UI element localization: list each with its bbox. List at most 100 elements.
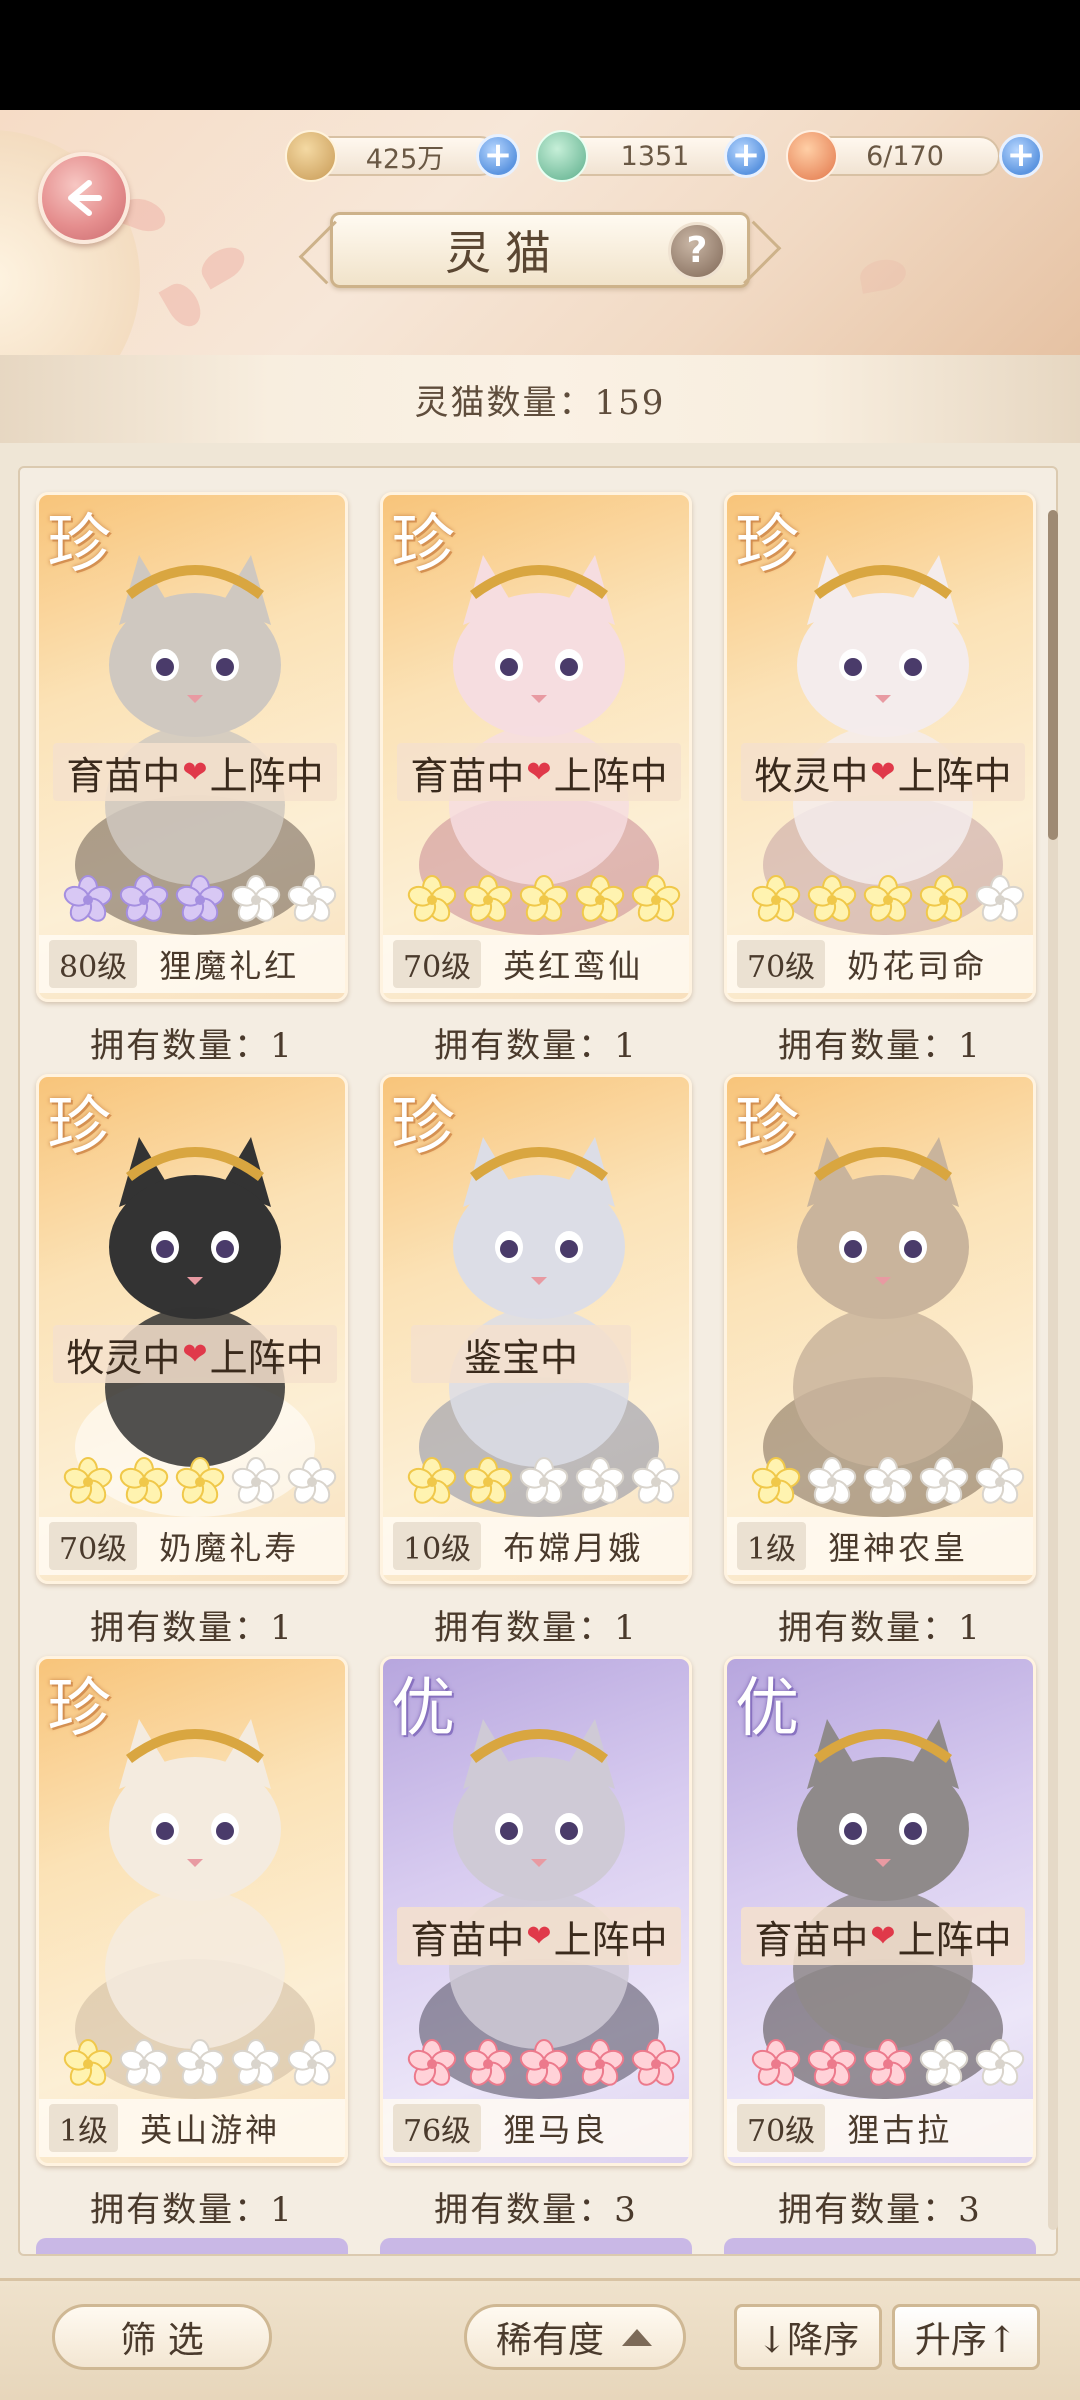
level-name-row: 1级 狸神农皇 <box>727 1517 1033 1575</box>
flower-star-filled-icon <box>175 875 225 922</box>
cat-status-banner: 牧灵中 ❤ 上阵中 <box>53 1325 337 1383</box>
flower-star-filled-icon <box>519 2039 569 2086</box>
flower-star-filled-icon <box>575 875 625 922</box>
coin-value: 425万 <box>365 143 445 175</box>
rarity-label: 稀有度 <box>495 2320 604 2361</box>
star-rating <box>407 875 681 925</box>
filter-button[interactable]: 筛 选 <box>52 2304 272 2370</box>
status-primary: 育苗中 <box>410 1917 525 1962</box>
next-card-peek <box>36 2238 348 2254</box>
flower-star-filled-icon <box>519 875 569 922</box>
petal-decoration <box>158 277 208 333</box>
cat-name: 狸马良 <box>503 2111 609 2149</box>
rarity-badge: 优 <box>391 1672 455 1746</box>
petal-decoration <box>857 256 909 294</box>
rarity-sort-dropdown[interactable]: 稀有度 <box>464 2304 686 2370</box>
level-badge: 70级 <box>737 940 826 988</box>
status-secondary: 上阵中 <box>897 753 1012 798</box>
cat-card[interactable]: 珍 1级 英山游神 <box>36 1656 348 2166</box>
status-secondary: 上阵中 <box>209 753 324 798</box>
cat-name: 狸神农皇 <box>828 1529 969 1567</box>
cat-name: 狸魔礼红 <box>159 947 300 985</box>
flower-star-filled-icon <box>63 875 113 922</box>
rarity-badge: 珍 <box>47 1672 111 1746</box>
flower-star-filled-icon <box>863 2039 913 2086</box>
owned-count: 拥有数量：3 <box>434 2190 638 2230</box>
asc-label: 升序↑ <box>914 2320 1018 2361</box>
flower-star-empty-icon <box>975 875 1025 922</box>
food-counter: 6/170 <box>810 136 1000 176</box>
jade-value: 1351 <box>620 140 690 172</box>
star-rating <box>751 1457 1025 1507</box>
triangle-up-icon <box>622 2329 652 2346</box>
coin-counter: 425万 <box>310 136 500 176</box>
cat-count-label: 灵猫数量：159 <box>414 382 666 423</box>
owned-count: 拥有数量：1 <box>778 1608 982 1648</box>
heart-icon: ❤ <box>870 1918 896 1954</box>
cat-card[interactable]: 珍牧灵中 ❤ 上阵中 70级 奶魔礼寿 <box>36 1074 348 1584</box>
flower-star-empty-icon <box>231 1457 281 1504</box>
status-secondary: 上阵中 <box>209 1335 324 1380</box>
flower-star-empty-icon <box>919 1457 969 1504</box>
level-badge: 70级 <box>393 940 482 988</box>
cat-card[interactable]: 珍 1级 狸神农皇 <box>724 1074 1036 1584</box>
flower-star-empty-icon <box>287 2039 337 2086</box>
flower-star-empty-icon <box>287 875 337 922</box>
star-rating <box>63 2039 337 2089</box>
cat-name: 奶花司命 <box>847 947 988 985</box>
cat-card[interactable]: 珍育苗中 ❤ 上阵中 70级 英红鸾仙 <box>380 492 692 1002</box>
add-food-button[interactable]: + <box>999 134 1043 178</box>
level-badge: 1级 <box>737 1522 807 1570</box>
sort-ascending-button[interactable]: 升序↑ <box>892 2304 1040 2370</box>
status-bar <box>0 0 1080 110</box>
star-rating <box>407 2039 681 2089</box>
filter-label: 筛 选 <box>120 2320 204 2361</box>
cat-status-banner: 鉴宝中 <box>411 1325 631 1383</box>
cat-status-banner: 育苗中 ❤ 上阵中 <box>53 743 337 801</box>
food-value: 6/170 <box>866 140 944 172</box>
sort-descending-button[interactable]: ↓降序 <box>734 2304 882 2370</box>
cat-status-banner: 牧灵中 ❤ 上阵中 <box>741 743 1025 801</box>
level-badge: 70级 <box>49 1522 138 1570</box>
level-name-row: 80级 狸魔礼红 <box>39 935 345 993</box>
flower-star-empty-icon <box>919 2039 969 2086</box>
jade-counter: 1351 <box>560 136 750 176</box>
owned-count: 拥有数量：1 <box>778 1026 982 1066</box>
add-coin-button[interactable]: + <box>476 134 520 178</box>
flower-star-empty-icon <box>631 1457 681 1504</box>
status-secondary: 上阵中 <box>553 753 668 798</box>
cat-card[interactable]: 优育苗中 ❤ 上阵中 70级 狸古拉 <box>724 1656 1036 2166</box>
rarity-badge: 珍 <box>47 508 111 582</box>
flower-star-filled-icon <box>407 1457 457 1504</box>
help-button[interactable]: ? <box>668 222 726 280</box>
scrollbar-thumb[interactable] <box>1048 510 1058 840</box>
cat-status-banner: 育苗中 ❤ 上阵中 <box>741 1907 1025 1965</box>
cat-count-bar: 灵猫数量：159 <box>0 355 1080 443</box>
flower-star-filled-icon <box>63 1457 113 1504</box>
rarity-badge: 珍 <box>735 1090 799 1164</box>
cat-grid-panel[interactable]: 珍育苗中 ❤ 上阵中 80级 狸魔礼红 拥有数量：1 珍育苗中 ❤ 上阵中 70级 英红鸾仙 拥有数量… <box>18 466 1058 2256</box>
cat-name: 英红鸾仙 <box>503 947 644 985</box>
level-name-row: 76级 狸马良 <box>383 2099 689 2157</box>
page-title: 灵猫 <box>445 226 565 280</box>
flower-star-empty-icon <box>231 875 281 922</box>
back-arrow-icon <box>68 180 102 216</box>
cat-name: 奶魔礼寿 <box>159 1529 300 1567</box>
add-jade-button[interactable]: + <box>724 134 768 178</box>
cat-card[interactable]: 优育苗中 ❤ 上阵中 76级 狸马良 <box>380 1656 692 2166</box>
status-primary: 牧灵中 <box>66 1335 181 1380</box>
cat-card[interactable]: 珍育苗中 ❤ 上阵中 80级 狸魔礼红 <box>36 492 348 1002</box>
flower-star-filled-icon <box>463 1457 513 1504</box>
next-card-peek <box>724 2238 1036 2254</box>
level-name-row: 70级 奶花司命 <box>727 935 1033 993</box>
flower-star-empty-icon <box>119 2039 169 2086</box>
back-button[interactable] <box>38 152 130 244</box>
level-badge: 76级 <box>393 2104 482 2152</box>
status-secondary: 上阵中 <box>553 1917 668 1962</box>
heart-icon: ❤ <box>182 754 208 790</box>
star-rating <box>751 875 1025 925</box>
cat-card[interactable]: 珍牧灵中 ❤ 上阵中 70级 奶花司命 <box>724 492 1036 1002</box>
cat-card[interactable]: 珍鉴宝中 10级 布嫦月娥 <box>380 1074 692 1584</box>
level-name-row: 1级 英山游神 <box>39 2099 345 2157</box>
status-secondary: 上阵中 <box>897 1917 1012 1962</box>
